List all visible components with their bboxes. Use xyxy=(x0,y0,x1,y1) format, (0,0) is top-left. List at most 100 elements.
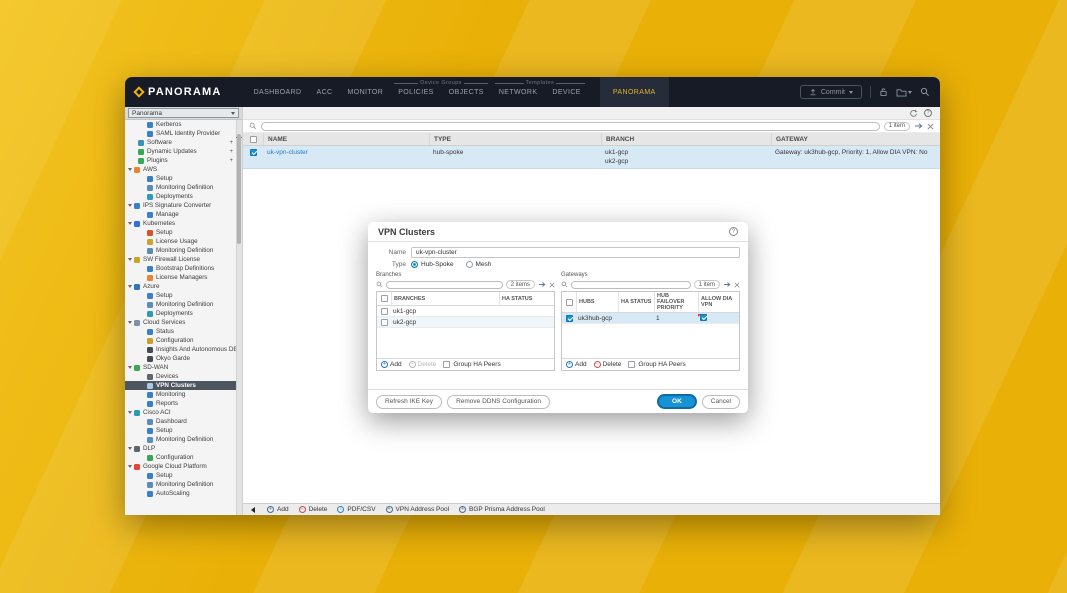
select-all-checkbox[interactable] xyxy=(250,136,257,143)
chevron-down-icon[interactable] xyxy=(128,222,132,225)
help-icon[interactable]: ? xyxy=(924,109,932,117)
sidebar-item[interactable]: Monitoring Definition + xyxy=(125,480,236,489)
column-header-branches[interactable]: BRANCHES xyxy=(391,292,499,305)
sidebar-item[interactable]: Plugins + xyxy=(125,156,236,165)
group-ha-peers-checkbox[interactable] xyxy=(443,361,450,368)
sidebar-item[interactable]: Setup + xyxy=(125,174,236,183)
gateways-group-ha-peers[interactable]: Group HA Peers xyxy=(628,361,685,368)
sidebar-item[interactable]: Deployments + xyxy=(125,192,236,201)
sidebar-item[interactable]: AWS + xyxy=(125,165,236,174)
chevron-down-icon[interactable] xyxy=(128,258,132,261)
sidebar-item[interactable]: License Managers + xyxy=(125,273,236,282)
search-input[interactable] xyxy=(261,122,880,131)
footer-button[interactable]: ↓ PDF/CSV xyxy=(337,506,375,513)
gateways-delete-button[interactable]: − Delete xyxy=(594,361,622,368)
type-option-mesh[interactable]: Mesh xyxy=(466,261,492,268)
expand-plus-icon[interactable]: + xyxy=(229,140,233,146)
sidebar-item[interactable]: DLP + xyxy=(125,444,236,453)
table-row[interactable]: uk-vpn-cluster hub-spoke uk1-gcp uk2-gcp… xyxy=(243,146,940,169)
expand-plus-icon[interactable]: + xyxy=(229,149,233,155)
chevron-down-icon[interactable] xyxy=(128,204,132,207)
column-header-hub-failover-priority[interactable]: HUB FAILOVER PRIORITY xyxy=(654,292,698,312)
sidebar-scrollbar[interactable] xyxy=(236,120,242,515)
row-checkbox[interactable] xyxy=(566,315,573,322)
nav-policies[interactable]: POLICIES xyxy=(398,89,434,96)
sidebar-item[interactable]: Manage + xyxy=(125,210,236,219)
footer-button[interactable]: + Add xyxy=(267,506,289,513)
branches-add-button[interactable]: + Add xyxy=(381,361,402,368)
sidebar-item[interactable]: Dashboard + xyxy=(125,417,236,426)
sidebar-item[interactable]: License Usage + xyxy=(125,237,236,246)
nav-dashboard[interactable]: DASHBOARD xyxy=(254,89,302,96)
cluster-name-link[interactable]: uk-vpn-cluster xyxy=(267,149,308,156)
chevron-down-icon[interactable] xyxy=(128,321,132,324)
sidebar-item[interactable]: SD-WAN + xyxy=(125,363,236,372)
nav-network[interactable]: NETWORK xyxy=(499,89,538,96)
sidebar-item[interactable]: Reports + xyxy=(125,399,236,408)
gateway-row[interactable]: uk3hub-gcp 1 xyxy=(562,313,739,324)
footer-button[interactable]: − Delete xyxy=(299,506,328,513)
column-header-ha-status[interactable]: HA STATUS xyxy=(618,292,654,312)
sidebar-item[interactable]: Setup + xyxy=(125,291,236,300)
sidebar-item[interactable]: IPS Signature Converter + xyxy=(125,201,236,210)
sidebar-item[interactable]: Dynamic Updates + xyxy=(125,147,236,156)
sidebar-item[interactable]: Bootstrap Definitions + xyxy=(125,264,236,273)
column-header-hubs[interactable]: HUBS xyxy=(576,292,618,312)
expand-plus-icon[interactable]: + xyxy=(229,158,233,164)
name-input[interactable]: uk-vpn-cluster xyxy=(411,247,740,258)
remove-ddns-configuration-button[interactable]: Remove DDNS Configuration xyxy=(447,395,550,409)
group-ha-peers-checkbox[interactable] xyxy=(628,361,635,368)
branches-delete-button[interactable]: − Delete xyxy=(409,361,437,368)
apply-filter-arrow-icon[interactable] xyxy=(538,281,546,288)
sidebar-item[interactable]: Monitoring Definition + xyxy=(125,246,236,255)
clear-filter-icon[interactable] xyxy=(927,123,934,130)
sidebar-item[interactable]: AutoScaling + xyxy=(125,489,236,498)
column-header-type[interactable]: TYPE xyxy=(429,133,601,145)
branch-row[interactable]: uk1-gcp xyxy=(377,306,554,317)
branches-search-input[interactable] xyxy=(386,281,503,289)
sidebar-item[interactable]: Status + xyxy=(125,327,236,336)
column-header-allow-dia-vpn[interactable]: ALLOW DIA VPN xyxy=(698,292,739,312)
nav-monitor[interactable]: MONITOR xyxy=(348,89,384,96)
sidebar-item[interactable]: Setup + xyxy=(125,426,236,435)
gateways-add-button[interactable]: + Add xyxy=(566,361,587,368)
sidebar-item[interactable]: VPN Clusters + xyxy=(125,381,236,390)
sidebar-item[interactable]: Okyo Garde + xyxy=(125,354,236,363)
chevron-down-icon[interactable] xyxy=(128,465,132,468)
sidebar-item[interactable]: Monitoring Definition + xyxy=(125,300,236,309)
sidebar-item[interactable]: Software + xyxy=(125,138,236,147)
refresh-icon[interactable] xyxy=(909,109,918,118)
sidebar-item[interactable]: Insights And Autonomous DEM + xyxy=(125,345,236,354)
branches-group-ha-peers[interactable]: Group HA Peers xyxy=(443,361,500,368)
context-selector[interactable]: Panorama xyxy=(128,108,239,118)
chevron-down-icon[interactable] xyxy=(128,285,132,288)
footer-button[interactable]: + VPN Address Pool xyxy=(386,506,449,513)
nav-acc[interactable]: ACC xyxy=(317,89,333,96)
sidebar-item[interactable]: Kerberos + xyxy=(125,120,236,129)
column-header-branch[interactable]: BRANCH xyxy=(601,133,771,145)
chevron-down-icon[interactable] xyxy=(128,411,132,414)
refresh-ike-key-button[interactable]: Refresh IKE Key xyxy=(376,395,442,409)
sidebar-item[interactable]: Monitoring + xyxy=(125,390,236,399)
nav-objects[interactable]: OBJECTS xyxy=(449,89,484,96)
sidebar-item[interactable]: Azure + xyxy=(125,282,236,291)
lock-icon[interactable] xyxy=(879,87,888,97)
sidebar-item[interactable]: Setup + xyxy=(125,471,236,480)
chevron-down-icon[interactable] xyxy=(128,366,132,369)
row-checkbox[interactable] xyxy=(381,308,388,315)
select-all-checkbox[interactable] xyxy=(566,299,573,306)
select-all-checkbox[interactable] xyxy=(381,295,388,302)
save-menu[interactable] xyxy=(896,88,912,97)
commit-button[interactable]: Commit xyxy=(800,85,862,99)
row-checkbox[interactable] xyxy=(250,149,257,156)
sidebar-item[interactable]: Configuration + xyxy=(125,336,236,345)
nav-device[interactable]: DEVICE xyxy=(552,89,580,96)
cancel-button[interactable]: Cancel xyxy=(702,395,740,409)
type-option-hub-spoke[interactable]: Hub-Spoke xyxy=(411,261,454,268)
sidebar-item[interactable]: Setup + xyxy=(125,228,236,237)
sidebar-item[interactable]: Deployments + xyxy=(125,309,236,318)
chevron-down-icon[interactable] xyxy=(128,168,132,171)
sidebar-item[interactable]: Monitoring Definition + xyxy=(125,435,236,444)
column-header-gateway[interactable]: GATEWAY xyxy=(771,133,940,145)
column-header-name[interactable]: NAME xyxy=(263,133,429,145)
